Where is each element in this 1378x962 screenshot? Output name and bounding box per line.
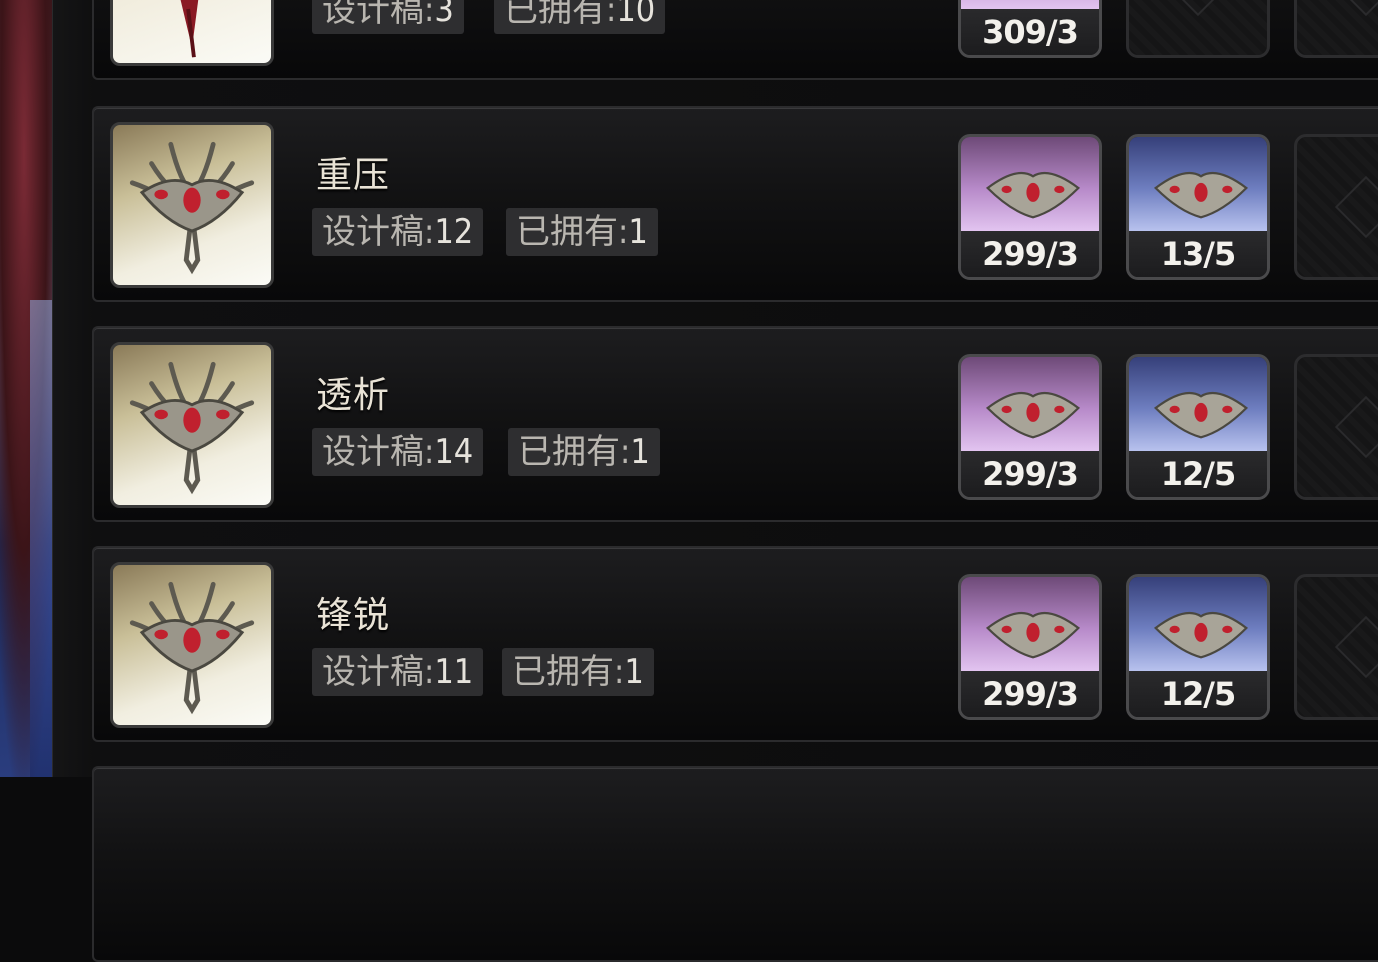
upgrade-slot-2[interactable]: 12/5 [1126, 354, 1270, 500]
slot-art [1129, 577, 1267, 671]
upgrade-slot-3[interactable] [1294, 574, 1378, 720]
owned-value: 1 [630, 432, 650, 472]
upgrade-slot-2[interactable]: 13/5 [1126, 134, 1270, 280]
list-item[interactable]: 重压 设计稿:12 已拥有:1 299/3 13/5 [92, 106, 1378, 302]
crest-emblem-icon [985, 172, 1081, 219]
locked-diamond-icon [1334, 175, 1378, 239]
design-count-tag: 设计稿:14 [312, 428, 484, 476]
slot-count: 12/5 [1129, 671, 1267, 717]
list-item[interactable]: 设计稿:3 已拥有:10 309/3 [92, 0, 1378, 80]
slot-art [1129, 137, 1267, 231]
list-item[interactable]: 锋锐 设计稿:11 已拥有:1 299/3 12/5 [92, 546, 1378, 742]
slot-count: 309/3 [961, 9, 1099, 55]
upgrade-slot-1[interactable]: 299/3 [958, 354, 1102, 500]
owned-label: 已拥有: [518, 432, 631, 472]
slot-art [961, 577, 1099, 671]
owned-value: 10 [616, 0, 656, 30]
design-label: 设计稿: [322, 212, 435, 252]
upgrade-slot-1[interactable]: 299/3 [958, 134, 1102, 280]
design-value: 11 [434, 652, 474, 692]
crest-emblem-icon [129, 141, 255, 275]
owned-value: 1 [624, 652, 644, 692]
owned-count-tag: 已拥有:1 [502, 648, 654, 696]
item-name: 锋锐 [316, 595, 391, 636]
locked-diamond-icon [1334, 615, 1378, 679]
upgrade-slot-3[interactable] [1294, 134, 1378, 280]
owned-count-tag: 已拥有:1 [506, 208, 658, 256]
crest-emblem-icon [985, 392, 1081, 439]
design-label: 设计稿: [322, 432, 435, 472]
crest-emblem-icon [129, 581, 255, 715]
upgrade-slot-1[interactable]: 309/3 [958, 0, 1102, 58]
crest-emblem-icon [180, 0, 199, 58]
slot-count: 299/3 [961, 231, 1099, 277]
slot-art [961, 137, 1099, 231]
list-item[interactable] [92, 766, 1378, 962]
slot-count: 299/3 [961, 451, 1099, 497]
upgrade-slot-2[interactable]: 12/5 [1126, 574, 1270, 720]
upgrade-slot-3[interactable] [1294, 354, 1378, 500]
item-name: 透析 [316, 375, 391, 416]
locked-diamond-icon [1334, 395, 1378, 459]
item-card[interactable] [110, 0, 274, 66]
slot-art [961, 0, 1099, 9]
slot-art [1129, 357, 1267, 451]
upgrade-slot-2[interactable] [1126, 0, 1270, 58]
design-value: 12 [434, 212, 474, 252]
item-card[interactable] [110, 562, 274, 728]
crest-emblem-icon [1153, 392, 1249, 439]
upgrade-slot-1[interactable]: 299/3 [958, 574, 1102, 720]
owned-label: 已拥有: [512, 652, 625, 692]
owned-label: 已拥有: [504, 0, 617, 30]
crest-emblem-icon [129, 361, 255, 495]
design-count-tag: 设计稿:3 [312, 0, 464, 34]
design-value: 14 [434, 432, 474, 472]
design-count-tag: 设计稿:12 [312, 208, 484, 256]
slot-art [961, 357, 1099, 451]
owned-count-tag: 已拥有:1 [508, 428, 660, 476]
item-list[interactable]: 设计稿:3 已拥有:10 309/3 重压 设计稿:12 已拥有:1 299/3… [0, 0, 1378, 962]
upgrade-slot-3[interactable] [1294, 0, 1378, 58]
design-count-tag: 设计稿:11 [312, 648, 484, 696]
item-card[interactable] [110, 122, 274, 288]
slot-count: 12/5 [1129, 451, 1267, 497]
design-label: 设计稿: [322, 0, 435, 30]
list-item[interactable]: 透析 设计稿:14 已拥有:1 299/3 12/5 [92, 326, 1378, 522]
crest-emblem-icon [985, 612, 1081, 659]
design-value: 3 [434, 0, 454, 30]
item-name: 重压 [316, 155, 391, 196]
crest-emblem-icon [1153, 612, 1249, 659]
owned-count-tag: 已拥有:10 [494, 0, 666, 34]
owned-label: 已拥有: [516, 212, 629, 252]
slot-count: 299/3 [961, 671, 1099, 717]
design-label: 设计稿: [322, 652, 435, 692]
crest-emblem-icon [1153, 172, 1249, 219]
locked-diamond-icon [1334, 0, 1378, 17]
slot-count: 13/5 [1129, 231, 1267, 277]
item-card[interactable] [110, 342, 274, 508]
owned-value: 1 [628, 212, 648, 252]
locked-diamond-icon [1166, 0, 1230, 17]
